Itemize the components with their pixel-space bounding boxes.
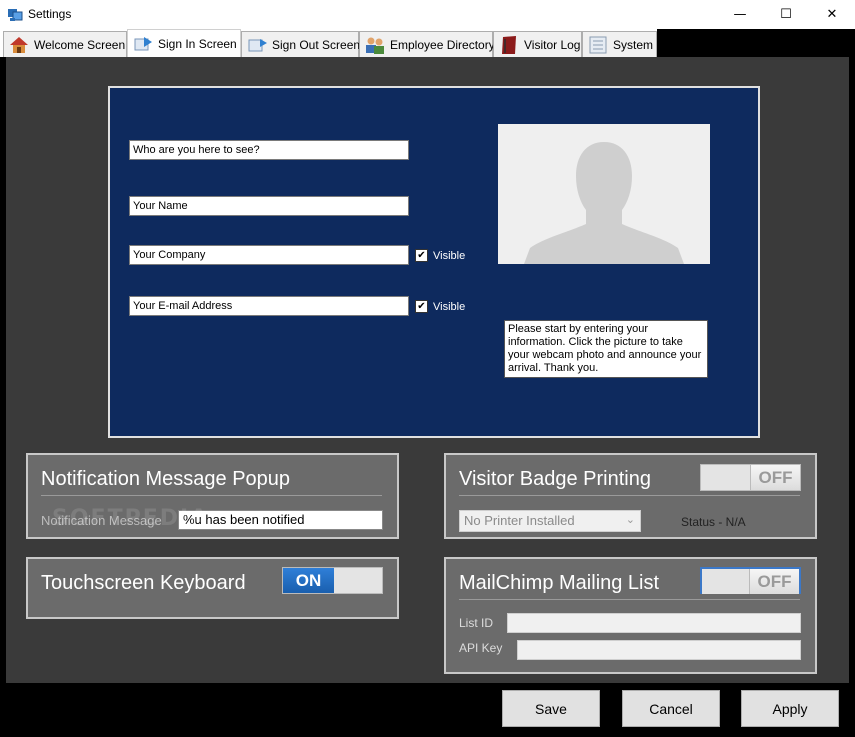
printer-select-value: No Printer Installed [464,513,575,528]
person-silhouette-icon [524,142,684,264]
keyboard-toggle[interactable]: ON [282,567,383,594]
toggle-track [702,569,750,594]
toggle-on-label: ON [283,568,334,593]
badge-panel: Visitor Badge Printing OFF No Printer In… [444,453,817,539]
tab-sign-out-screen[interactable]: Sign Out Screen [241,31,361,57]
tab-visitor-log[interactable]: Visitor Log [493,31,582,57]
list-id-label: List ID [459,616,494,630]
mailchimp-toggle[interactable]: OFF [700,567,801,594]
mailchimp-divider [459,599,800,600]
tab-strip-fill [657,29,855,57]
tab-label: Welcome Screen [34,37,126,52]
minimize-button[interactable]: — [717,0,763,29]
tab-label: System [613,37,654,52]
cancel-button[interactable]: Cancel [622,690,720,727]
house-icon [10,36,28,53]
server-icon [589,36,607,53]
close-button[interactable]: ✕ [809,0,855,29]
company-visible-label: Visible [433,250,466,262]
title-bar: Settings — ☐ ✕ [0,0,855,29]
people-icon [366,37,384,54]
your-name-field[interactable]: Your Name [129,196,409,216]
api-key-label: API Key [459,641,503,655]
tab-sign-in-screen[interactable]: Sign In Screen [127,29,241,57]
tab-label: Sign In Screen [158,36,237,51]
notification-divider [41,495,382,496]
mailchimp-title: MailChimp Mailing List [459,572,660,594]
email-visible-checkbox[interactable]: ✔ [415,300,428,313]
tab-system[interactable]: System [582,31,657,57]
chevron-down-icon: ⌄ [625,513,635,526]
sign-out-icon [248,38,267,51]
sign-in-icon [134,36,152,50]
apply-button[interactable]: Apply [741,690,839,727]
badge-printing-toggle[interactable]: OFF [700,464,801,491]
tab-welcome-screen[interactable]: Welcome Screen [3,31,127,57]
company-visible-checkbox[interactable]: ✔ [415,249,428,262]
who-to-see-field[interactable]: Who are you here to see? [129,140,409,160]
api-key-input[interactable] [517,640,801,660]
app-icon [8,9,23,21]
badge-title: Visitor Badge Printing [459,468,651,490]
tab-label: Sign Out Screen [272,37,361,52]
your-email-field[interactable]: Your E-mail Address [129,296,409,316]
watermark: SOFTPEDIA [52,506,210,531]
toggle-off-label: OFF [749,569,799,594]
sign-in-instructions: Please start by entering your informatio… [504,320,708,378]
email-visible-label: Visible [433,301,466,313]
toggle-track [334,568,382,593]
maximize-button[interactable]: ☐ [763,0,809,29]
notification-title: Notification Message Popup [41,468,291,490]
tab-employee-directory[interactable]: Employee Directory [359,31,495,57]
your-company-field[interactable]: Your Company [129,245,409,265]
window-title: Settings [28,7,72,21]
sign-in-preview: Who are you here to see? Your Name Your … [108,86,760,438]
tab-label: Employee Directory [390,37,495,52]
printer-status: Status - N/A [681,515,746,529]
tab-label: Visitor Log [524,37,581,52]
printer-select[interactable]: No Printer Installed ⌄ [459,510,641,532]
save-button[interactable]: Save [502,690,600,727]
toggle-track [701,465,751,490]
toggle-off-label: OFF [750,465,800,490]
keyboard-title: Touchscreen Keyboard [41,572,246,594]
list-id-input[interactable] [507,613,801,633]
keyboard-panel: Touchscreen Keyboard ON [26,557,399,619]
webcam-photo[interactable] [498,124,710,264]
book-icon [502,35,516,54]
badge-divider [459,495,800,496]
mailchimp-panel: MailChimp Mailing List OFF List ID API K… [444,557,817,674]
